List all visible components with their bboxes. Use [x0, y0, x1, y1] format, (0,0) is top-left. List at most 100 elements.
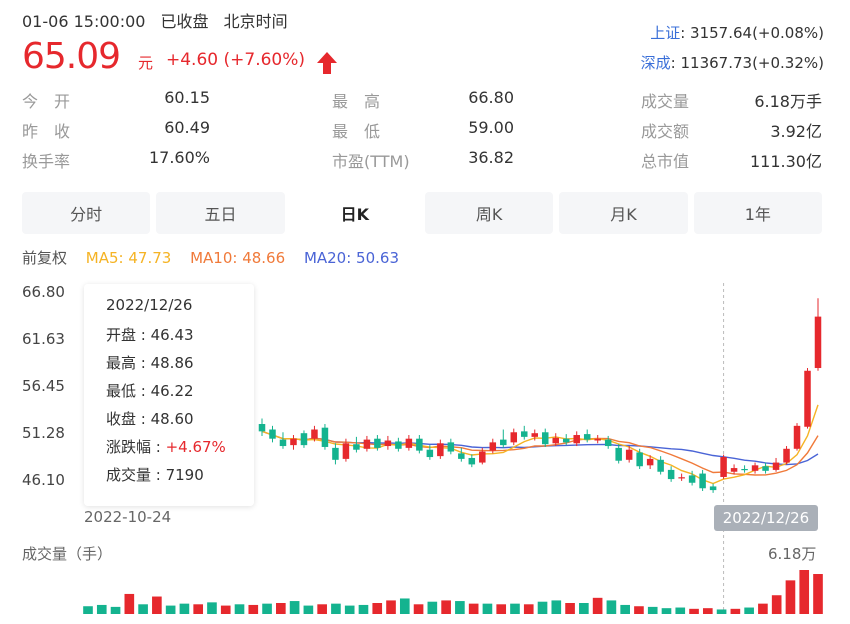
candle-body: [793, 425, 801, 449]
volume-bar: [344, 605, 355, 614]
volume-bar: [372, 603, 383, 614]
y-tick-4: 51.28: [22, 424, 65, 442]
candle-body: [311, 429, 318, 439]
volume-bar: [606, 600, 617, 614]
volume-bar: [331, 603, 341, 614]
candle-body: [353, 444, 360, 450]
y-tick-3: 56.45: [22, 377, 65, 395]
volume-bar: [358, 604, 369, 614]
volume-bar: [193, 604, 204, 614]
tooltip-low: 最低 : 46.22: [106, 382, 194, 400]
volume-bar: [675, 607, 686, 614]
tooltip-high: 最高 : 48.86: [106, 354, 194, 372]
tooltip-volume: 成交量 : 7190: [106, 466, 204, 484]
tooltip-change-label: 涨跌幅 :: [106, 438, 166, 456]
candle-body: [332, 447, 339, 460]
volume-bar: [289, 601, 300, 614]
candle-body: [552, 437, 559, 444]
candle-body: [741, 468, 748, 471]
candle-body: [720, 457, 727, 477]
volume-bar: [386, 600, 396, 614]
volume-bar: [523, 604, 534, 614]
volume-bar: [317, 604, 327, 614]
candle-body: [678, 477, 685, 479]
volume-bar: [468, 603, 479, 614]
volume-bar: [110, 606, 121, 614]
tooltip-close: 收盘 : 48.60: [106, 410, 194, 428]
volume-bar: [702, 608, 713, 614]
candle-tooltip: 2022/12/26 开盘 : 46.43 最高 : 48.86 最低 : 46…: [84, 284, 254, 506]
candle-body: [374, 438, 381, 448]
volume-bar: [592, 597, 603, 614]
volume-bar: [482, 603, 493, 614]
candle-body: [384, 440, 392, 447]
volume-bar: [83, 606, 93, 614]
volume-bar: [730, 608, 741, 614]
tooltip-open: 开盘 : 46.43: [106, 326, 194, 344]
volume-bar: [248, 604, 259, 614]
tooltip-change: 涨跌幅 : +4.67%: [106, 436, 226, 457]
volume-bar: [262, 603, 272, 614]
candle-body: [657, 459, 664, 472]
candle-body: [290, 438, 297, 446]
candle-body: [279, 439, 287, 447]
candle-body: [458, 453, 465, 459]
candle-body: [510, 432, 518, 443]
volume-bar: [689, 608, 699, 614]
candle-body: [772, 462, 780, 470]
volume-bar: [303, 605, 314, 614]
volume-bar: [179, 603, 190, 614]
tooltip-date: 2022/12/26: [106, 296, 193, 314]
volume-bar: [124, 593, 135, 614]
volume-bar: [96, 604, 107, 614]
candle-body: [426, 449, 434, 458]
volume-bar: [813, 574, 823, 614]
volume-bar: [758, 603, 768, 614]
volume-bar: [744, 607, 754, 614]
volume-bar: [579, 603, 589, 614]
volume-bar: [165, 605, 176, 614]
candle-body: [541, 432, 549, 445]
x-axis-start-date: 2022-10-24: [84, 508, 172, 526]
tooltip-change-value: +4.67%: [165, 438, 226, 456]
candle-body: [804, 370, 811, 427]
volume-bar: [634, 606, 644, 614]
candle-body: [395, 441, 402, 449]
volume-bar: [510, 603, 520, 614]
candle-body: [489, 442, 497, 451]
candle-body: [594, 438, 601, 441]
volume-bar: [276, 603, 286, 614]
volume-bar: [207, 602, 217, 614]
y-tick-5: 46.10: [22, 471, 65, 489]
candle-body: [416, 438, 423, 451]
volume-bar: [771, 595, 782, 614]
volume-bar: [413, 604, 424, 614]
volume-bar: [661, 608, 672, 614]
candle-body: [468, 457, 476, 465]
volume-bar: [716, 609, 727, 614]
volume-panel-title: 成交量（手）: [22, 545, 113, 563]
candle-body: [783, 448, 790, 463]
candle-body: [437, 443, 444, 457]
candle-body: [699, 473, 706, 489]
volume-bar: [441, 600, 451, 614]
volume-bar: [138, 604, 148, 614]
candle-body: [531, 433, 539, 437]
volume-bar: [427, 601, 438, 614]
candle-body: [562, 438, 570, 443]
candle-body: [615, 447, 622, 461]
candle-body: [688, 475, 696, 483]
volume-bar: [799, 570, 810, 614]
candle-body: [730, 468, 738, 472]
candle-body: [269, 429, 276, 439]
volume-bar: [537, 601, 548, 614]
candle-body: [646, 458, 654, 466]
candle-body: [814, 316, 822, 369]
candle-body: [667, 469, 675, 480]
candle-body: [604, 439, 612, 447]
candle-body: [636, 452, 643, 467]
candle-body: [500, 439, 507, 446]
volume-bar: [785, 580, 796, 614]
candle-body: [363, 439, 371, 449]
candle-body: [405, 438, 413, 448]
